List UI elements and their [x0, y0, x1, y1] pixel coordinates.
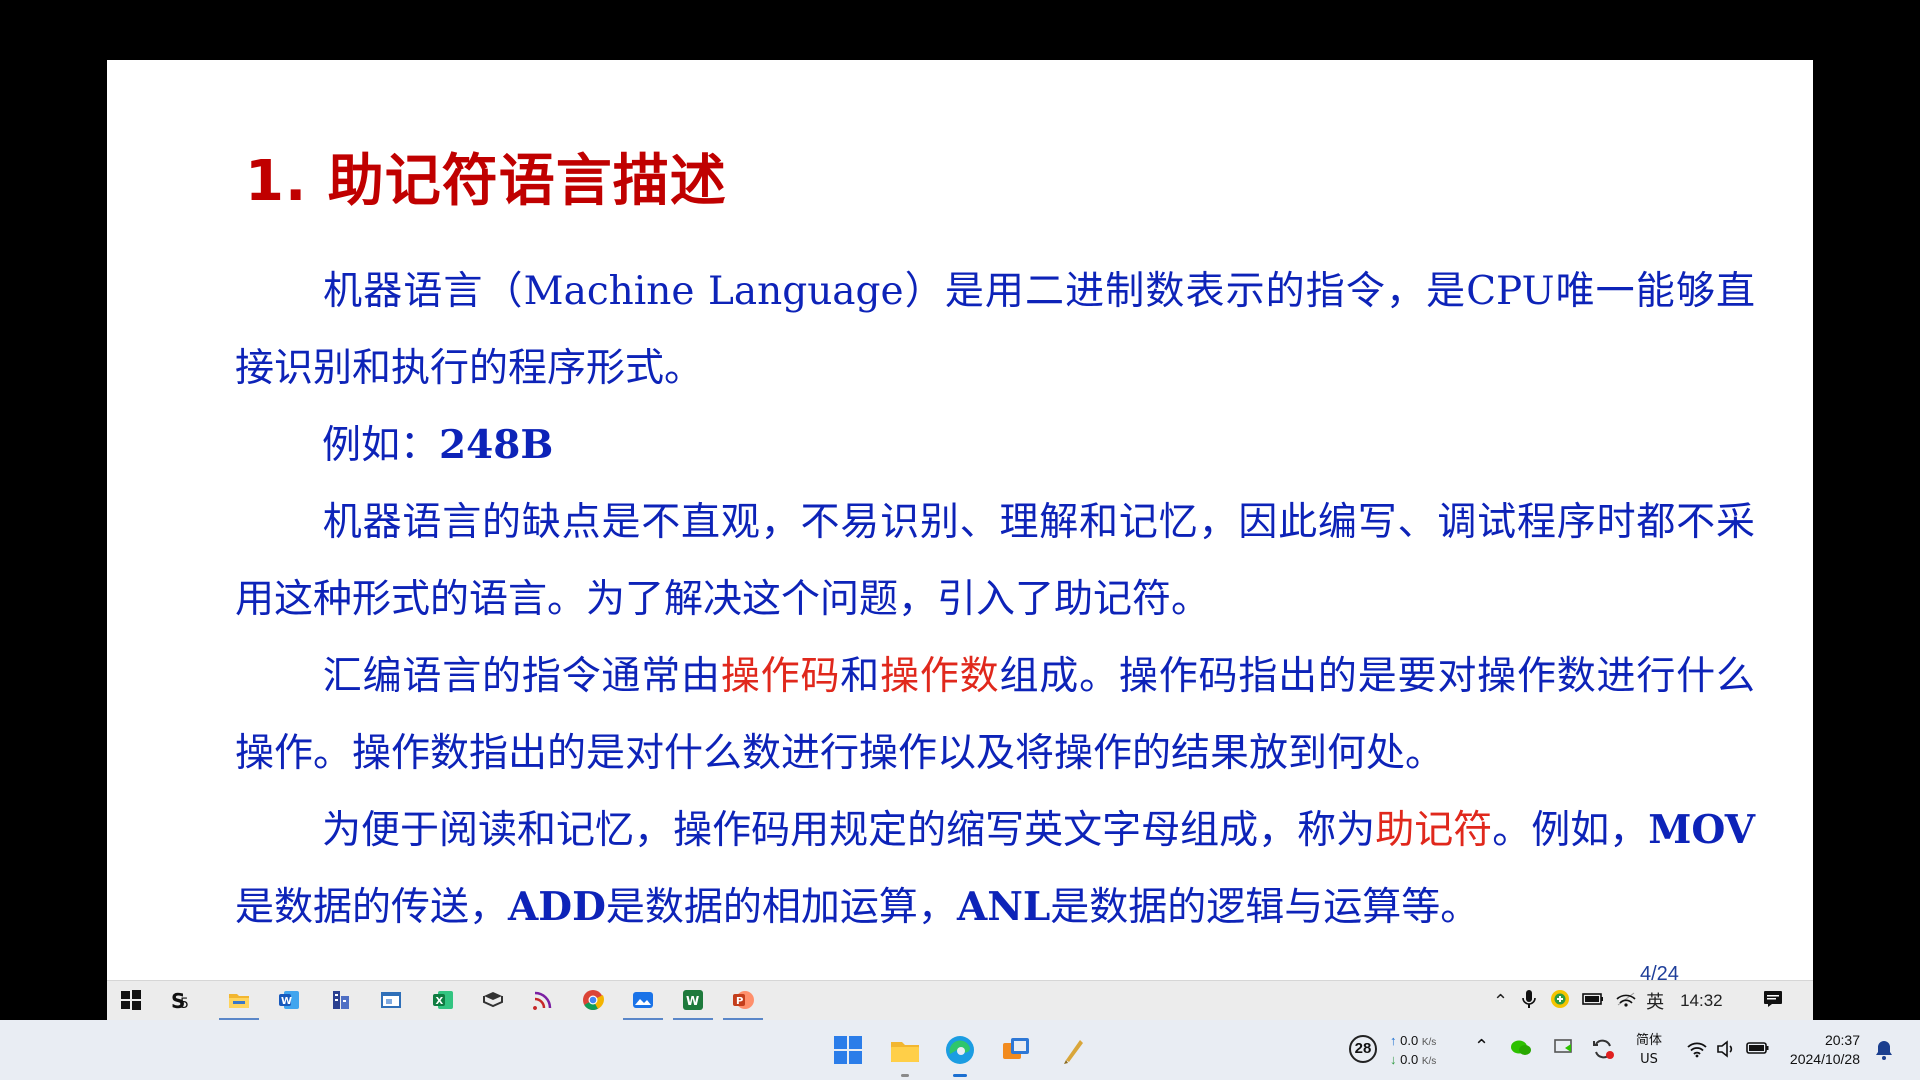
svg-text:P: P	[736, 996, 743, 1007]
wps-icon[interactable]: W	[673, 988, 713, 1021]
paragraph-machine-language: 机器语言（Machine Language）是用二进制数表示的指令，是CPU唯一…	[235, 253, 1755, 407]
highlight-operand: 操作数	[880, 654, 1000, 699]
chrome-icon[interactable]	[581, 988, 605, 1012]
remote-clock[interactable]: 14:32	[1680, 991, 1723, 1011]
rss-icon[interactable]	[531, 988, 555, 1012]
text-segment: 和	[840, 654, 881, 699]
svg-text:W: W	[686, 994, 699, 1008]
text-segment: 为便于阅读和记忆，操作码用规定的缩写英文字母组成，称为	[322, 808, 1376, 853]
chevron-up-icon[interactable]: ⌃	[1493, 991, 1508, 1012]
wechat-icon[interactable]	[1510, 1038, 1532, 1062]
running-indicator	[953, 1074, 967, 1077]
notification-bell-icon[interactable]	[1874, 1039, 1894, 1065]
file-explorer-icon[interactable]	[219, 988, 259, 1021]
window-icon[interactable]	[379, 988, 403, 1012]
sync-icon[interactable]	[1550, 989, 1570, 1014]
speed-unit: K/s	[1421, 1056, 1437, 1067]
keyword-add: ADD	[508, 884, 606, 930]
svg-text:W: W	[281, 996, 292, 1007]
windows-start-icon[interactable]	[832, 1034, 864, 1066]
paragraph-instruction-format: 汇编语言的指令通常由操作码和操作数组成。操作码指出的是要对操作数进行什么操作。操…	[235, 638, 1755, 792]
upload-speed: 0.0	[1400, 1033, 1419, 1048]
keyword-anl: ANL	[956, 884, 1051, 930]
paragraph-mnemonic: 为便于阅读和记忆，操作码用规定的缩写英文字母组成，称为助记符。例如，MOV 是数据…	[235, 792, 1755, 946]
remote-taskbar: S5 W X W P ⌃ 英 14:32	[107, 980, 1813, 1021]
text-segment: 。例如，	[1492, 808, 1649, 853]
remote-desktop-icon[interactable]	[1000, 1034, 1032, 1066]
language-primary: 简体	[1636, 1033, 1663, 1048]
download-arrow-icon: ↓	[1390, 1052, 1397, 1067]
highlight-mnemonic: 助记符	[1375, 808, 1493, 853]
svg-text:5: 5	[180, 996, 189, 1012]
clock[interactable]: 20:37 2024/10/28	[1778, 1031, 1860, 1069]
volume-icon[interactable]	[1716, 1040, 1738, 1062]
battery-icon[interactable]	[1746, 1040, 1770, 1060]
start-icon[interactable]	[119, 988, 143, 1012]
photos-icon[interactable]	[623, 988, 663, 1021]
text-segment: 是数据的相加运算，	[605, 885, 957, 930]
microphone-icon[interactable]	[1522, 989, 1536, 1014]
slide-page-number: 4/24	[1640, 963, 1679, 980]
notification-icon[interactable]	[1763, 990, 1783, 1013]
language-secondary: US	[1640, 1052, 1658, 1067]
highlight-opcode: 操作码	[720, 654, 841, 699]
paragraph-example: 例如：248B	[235, 407, 1755, 484]
running-indicator	[901, 1074, 909, 1077]
svg-text:X: X	[436, 996, 444, 1007]
battery-icon[interactable]	[1582, 991, 1604, 1011]
book-icon[interactable]	[481, 988, 505, 1012]
word-icon[interactable]: W	[277, 988, 301, 1012]
paragraph-text: 机器语言（Machine Language）是用二进制数表示的指令，是CPU唯一…	[235, 269, 1755, 391]
sogou-icon[interactable]: S5	[169, 988, 193, 1013]
cpu-usage-badge[interactable]: 28	[1349, 1035, 1377, 1063]
wifi-icon[interactable]	[1616, 991, 1636, 1012]
keyword-mov: MOV	[1648, 807, 1755, 853]
clock-date: 2024/10/28	[1789, 1051, 1860, 1067]
paragraph-disadvantages: 机器语言的缺点是不直观，不易识别、理解和记忆，因此编写、调试程序时都不采用这种形…	[235, 484, 1755, 638]
sync-alert-icon[interactable]	[1591, 1037, 1615, 1065]
powerpoint-icon[interactable]: P	[723, 988, 763, 1021]
upload-arrow-icon: ↑	[1390, 1033, 1397, 1048]
presentation-slide: 1. 助记符语言描述 机器语言（Machine Language）是用二进制数表…	[107, 60, 1813, 980]
slide-title: 1. 助记符语言描述	[245, 149, 727, 214]
clock-time: 20:37	[1824, 1032, 1860, 1048]
input-language-switcher[interactable]: 简体 US	[1636, 1031, 1662, 1069]
network-speed[interactable]: ↑ 0.0 K/s ↓ 0.0 K/s	[1390, 1032, 1436, 1070]
screen-share-icon[interactable]	[1553, 1038, 1575, 1062]
file-explorer-icon[interactable]	[889, 1034, 921, 1077]
text-segment: 汇编语言的指令通常由	[322, 654, 721, 699]
text-segment: 是数据的逻辑与运算等。	[1050, 885, 1480, 930]
speed-unit: K/s	[1421, 1037, 1437, 1048]
download-speed: 0.0	[1400, 1052, 1419, 1067]
pen-tool-icon[interactable]	[1056, 1034, 1088, 1066]
chevron-up-icon[interactable]: ⌃	[1474, 1036, 1489, 1057]
excel-icon[interactable]: X	[431, 988, 455, 1012]
edge-icon[interactable]	[944, 1034, 976, 1077]
example-code: 248B	[439, 422, 554, 468]
paragraph-text: 机器语言的缺点是不直观，不易识别、理解和记忆，因此编写、调试程序时都不采用这种形…	[235, 500, 1755, 622]
text-segment: 是数据的传送，	[235, 885, 509, 930]
remote-system-tray: ⌃ 英 14:32	[1493, 981, 1783, 1021]
ime-indicator[interactable]: 英	[1646, 988, 1664, 1014]
wifi-icon[interactable]	[1686, 1040, 1708, 1062]
host-taskbar: 28 ↑ 0.0 K/s ↓ 0.0 K/s ⌃ 简体 US 20:37 202…	[0, 1020, 1920, 1080]
example-label: 例如：	[322, 423, 440, 468]
building-icon[interactable]	[329, 988, 353, 1012]
